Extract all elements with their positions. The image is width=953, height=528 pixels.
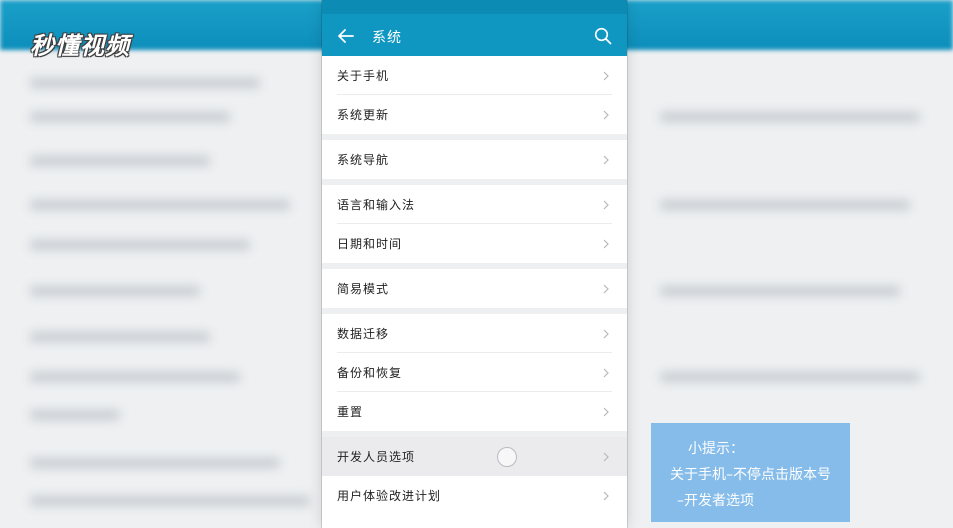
settings-item-label: 关于手机 [337,69,390,83]
settings-group: 数据迁移 备份和恢复 重置 [322,314,627,431]
chevron-right-icon [603,239,609,248]
tip-box: 小提示： 关于手机–不停点击版本号 –开发者选项 [651,423,850,522]
settings-item-label: 开发人员选项 [337,450,416,464]
status-bar [322,0,627,14]
phone-screen: 系统 关于手机 系统更新 系统导航 语言和输入法 日期和时间 简易模式 数据迁移… [322,0,627,528]
touch-indicator [497,447,517,467]
settings-group: 简易模式 [322,269,627,308]
settings-item-label: 系统更新 [337,108,390,122]
chevron-right-icon [603,407,609,416]
settings-item-label: 备份和恢复 [337,366,403,380]
arrow-left-icon [338,29,354,43]
settings-group: 关于手机 系统更新 [322,56,627,134]
tip-line: 关于手机–不停点击版本号 [670,467,831,483]
chevron-right-icon [603,155,609,164]
settings-item-label: 系统导航 [337,153,390,167]
search-icon [594,27,612,45]
chevron-right-icon [603,452,609,461]
chevron-right-icon [603,200,609,209]
settings-item-label: 日期和时间 [337,237,403,251]
chevron-right-icon [603,368,609,377]
tip-line: –开发者选项 [677,493,754,509]
back-button[interactable] [334,24,358,48]
settings-item-label: 数据迁移 [337,327,390,341]
settings-group: 开发人员选项 用户体验改进计划 [322,437,627,515]
settings-item-label: 简易模式 [337,282,390,296]
page-title: 系统 [372,30,402,46]
settings-item-language-input[interactable]: 语言和输入法 [322,185,627,224]
settings-list: 关于手机 系统更新 系统导航 语言和输入法 日期和时间 简易模式 数据迁移 备份… [322,56,627,515]
settings-item-backup-restore[interactable]: 备份和恢复 [322,353,627,392]
settings-item-label: 用户体验改进计划 [337,489,442,503]
settings-item-data-migration[interactable]: 数据迁移 [322,314,627,353]
settings-item-system-navigation[interactable]: 系统导航 [322,140,627,179]
chevron-right-icon [603,71,609,80]
settings-item-about-phone[interactable]: 关于手机 [322,56,627,95]
settings-item-system-update[interactable]: 系统更新 [322,95,627,134]
app-bar: 系统 [322,0,627,56]
settings-item-reset[interactable]: 重置 [322,392,627,431]
tip-title: 小提示： [688,441,744,457]
chevron-right-icon [603,329,609,338]
chevron-right-icon [603,491,609,500]
search-button[interactable] [591,24,615,48]
settings-item-label: 重置 [337,405,364,419]
watermark-logo: 秒懂视频 [30,32,130,60]
settings-item-date-time[interactable]: 日期和时间 [322,224,627,263]
settings-item-label: 语言和输入法 [337,198,416,212]
settings-item-user-experience[interactable]: 用户体验改进计划 [322,476,627,515]
chevron-right-icon [603,284,609,293]
settings-group: 系统导航 [322,140,627,179]
chevron-right-icon [603,110,609,119]
settings-item-developer-options[interactable]: 开发人员选项 [322,437,627,476]
settings-group: 语言和输入法 日期和时间 [322,185,627,263]
settings-item-simple-mode[interactable]: 简易模式 [322,269,627,308]
